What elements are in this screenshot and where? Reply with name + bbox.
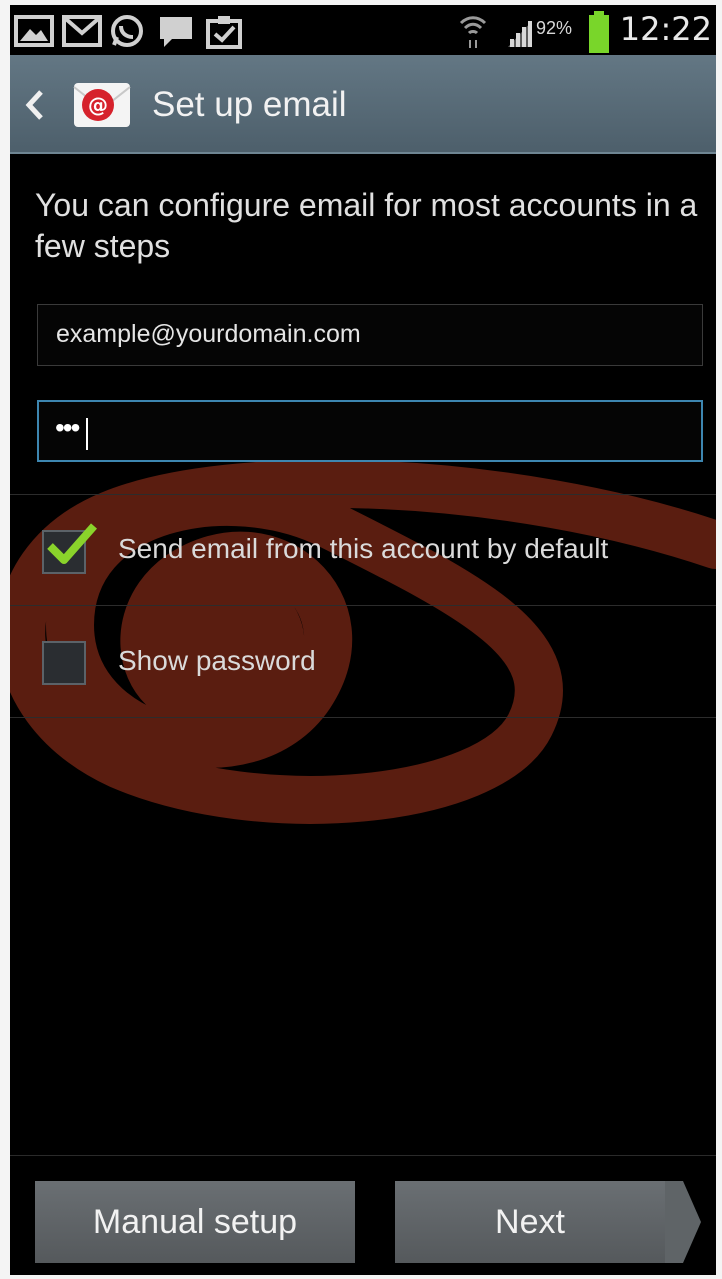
manual-setup-button[interactable]: Manual setup bbox=[35, 1181, 355, 1263]
next-arrow-icon[interactable] bbox=[665, 1181, 701, 1263]
password-value: ••• bbox=[55, 412, 80, 443]
clock: 12:22 bbox=[619, 10, 712, 48]
gallery-icon bbox=[14, 15, 54, 47]
show-password-checkbox[interactable] bbox=[42, 641, 86, 685]
email-app-icon[interactable]: @ bbox=[72, 79, 132, 131]
intro-text: You can configure email for most account… bbox=[35, 187, 698, 264]
battery-icon bbox=[589, 11, 609, 53]
default-account-checkbox[interactable] bbox=[42, 523, 97, 574]
message-icon bbox=[160, 17, 192, 47]
divider bbox=[10, 717, 716, 718]
email-value: example@yourdomain.com bbox=[56, 320, 361, 348]
password-field[interactable]: ••• bbox=[37, 400, 703, 462]
next-button[interactable]: Next bbox=[395, 1181, 665, 1263]
phone-screen: 92% 12:22 @ Set up email You can configu… bbox=[10, 5, 716, 1275]
chevron-left-icon[interactable] bbox=[24, 88, 46, 122]
clipboard-check-icon bbox=[206, 16, 242, 49]
text-cursor bbox=[86, 418, 88, 450]
checkmark-icon bbox=[47, 523, 97, 564]
svg-text:@: @ bbox=[88, 93, 108, 117]
email-field[interactable]: example@yourdomain.com bbox=[37, 304, 703, 366]
show-password-label: Show password bbox=[118, 645, 316, 676]
whatsapp-icon bbox=[111, 15, 143, 47]
action-bar: @ Set up email bbox=[10, 55, 716, 154]
divider bbox=[10, 605, 716, 606]
button-bar-divider bbox=[10, 1155, 716, 1156]
wifi-icon bbox=[459, 16, 487, 48]
status-bar: 92% 12:22 bbox=[10, 5, 716, 55]
battery-percent: 92% bbox=[536, 18, 573, 38]
signal-icon bbox=[508, 21, 532, 47]
default-account-label: Send email from this account by default bbox=[118, 533, 609, 564]
page-title: Set up email bbox=[152, 85, 347, 124]
gmail-icon bbox=[62, 15, 102, 47]
divider bbox=[10, 494, 716, 495]
